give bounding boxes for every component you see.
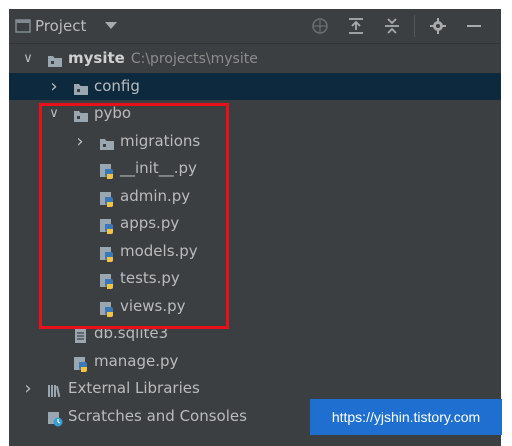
globe-icon[interactable] [311, 17, 329, 35]
project-tree: ∨ mysite C:\projects\mysite › config ∨ pybo › mi… [9, 45, 501, 430]
project-path: C:\projects\mysite [130, 51, 258, 67]
tree-item-label: views.py [120, 296, 186, 315]
tree-item[interactable]: ∨ pybo [9, 100, 501, 128]
gear-icon[interactable] [429, 17, 447, 35]
folder-icon [99, 134, 115, 150]
tree-item[interactable]: tests.py [9, 265, 501, 293]
tree-item-label: apps.py [120, 214, 180, 232]
tree-item-label: config [94, 76, 140, 95]
python-file-icon [99, 299, 115, 317]
triangle-down-icon[interactable] [105, 22, 117, 30]
chevron-right-icon[interactable]: › [73, 128, 87, 156]
header-divider [414, 15, 415, 37]
chevron-down-icon[interactable]: ∨ [47, 100, 61, 128]
project-view-icon [15, 19, 31, 33]
tree-item[interactable]: › config [9, 72, 501, 101]
collapse-all-icon[interactable] [383, 17, 401, 35]
project-tool-window: Project ∨ mysite C:\projects\mysite › co… [9, 9, 501, 446]
tree-item[interactable]: db.sqlite3 [9, 320, 501, 348]
tree-item[interactable]: apps.py [9, 210, 501, 238]
tree-item[interactable]: admin.py [9, 183, 501, 211]
python-file-icon [73, 354, 89, 372]
tree-item-label: db.sqlite3 [94, 324, 169, 342]
scratches-icon [47, 409, 63, 426]
chevron-right-icon[interactable]: › [21, 375, 35, 403]
chevron-down-icon[interactable]: ∨ [21, 45, 35, 73]
tree-item-label: admin.py [120, 186, 191, 205]
tree-item[interactable]: views.py [9, 293, 501, 321]
tree-item-label: mysite [68, 49, 125, 67]
tree-item[interactable]: models.py [9, 238, 501, 266]
tool-window-title[interactable]: Project [35, 17, 86, 35]
chevron-right-icon[interactable]: › [47, 73, 61, 101]
python-file-icon [99, 244, 115, 262]
tool-window-header: Project [9, 9, 501, 44]
tree-item-label: External Libraries [68, 379, 200, 397]
text-file-icon [73, 326, 89, 343]
tree-item-label: pybo [94, 104, 132, 122]
libraries-icon [47, 381, 63, 398]
expand-all-icon[interactable] [347, 17, 365, 35]
minimize-icon[interactable] [465, 17, 483, 35]
python-file-icon [99, 216, 115, 234]
tree-item-label: manage.py [94, 351, 179, 370]
watermark-url: https://yjshin.tistory.com [310, 399, 502, 435]
python-file-icon [99, 271, 115, 289]
python-file-icon [99, 161, 115, 179]
folder-icon [73, 79, 89, 95]
tree-item-label: __init__.py [120, 159, 197, 177]
python-file-icon [99, 189, 115, 207]
tree-item[interactable]: manage.py [9, 348, 501, 376]
tree-item[interactable]: › migrations [9, 128, 501, 156]
tree-item-label: models.py [120, 241, 198, 260]
tree-item-label: tests.py [120, 269, 180, 287]
tree-item[interactable]: __init__.py [9, 155, 501, 183]
folder-icon [73, 106, 89, 122]
tree-item[interactable]: ∨ mysite C:\projects\mysite [9, 45, 501, 73]
tree-item-label: migrations [120, 131, 201, 150]
tree-item-label: Scratches and Consoles [68, 406, 247, 425]
folder-icon [47, 51, 63, 67]
